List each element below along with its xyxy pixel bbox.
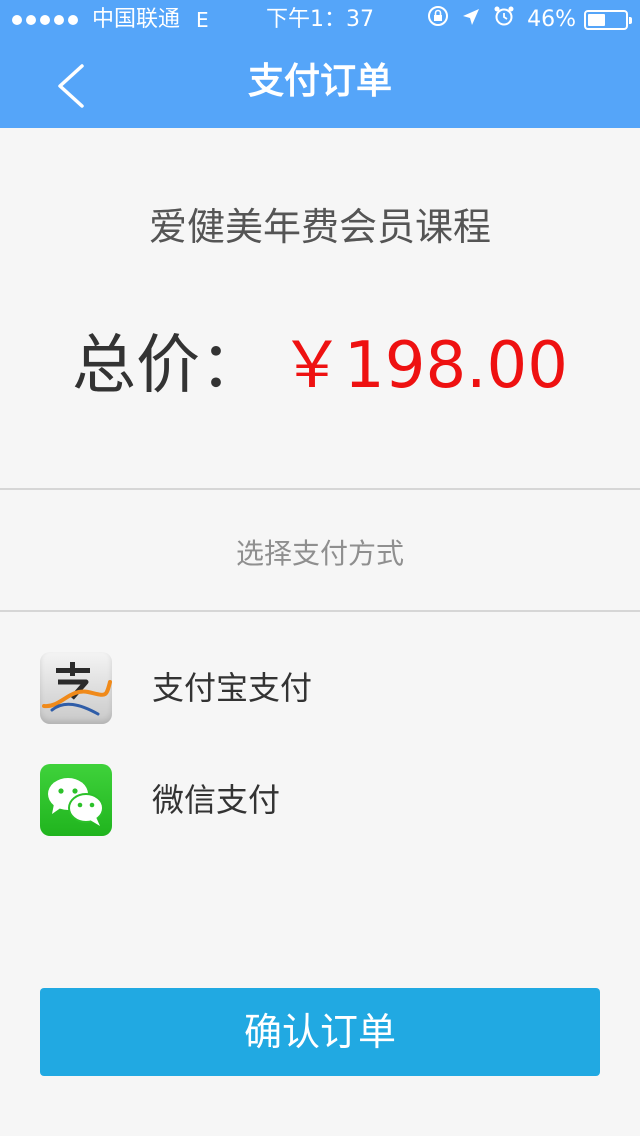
price-value: ￥198.00 <box>280 329 568 403</box>
battery-percentage: 46% <box>527 7 576 32</box>
confirm-order-button[interactable]: 确认订单 <box>40 988 600 1076</box>
alipay-icon <box>40 652 112 724</box>
status-bar: 中国联通 E 下午1：37 46% <box>0 0 640 40</box>
wechat-pay-option[interactable]: 微信支付 <box>40 764 600 836</box>
app-header: 中国联通 E 下午1：37 46% 支付订单 <box>0 0 640 128</box>
alipay-label: 支付宝支付 <box>152 669 313 707</box>
battery-level-fill <box>588 14 605 26</box>
navigation-bar: 支付订单 <box>0 40 640 128</box>
battery-icon <box>584 10 632 30</box>
divider <box>0 610 640 612</box>
product-title: 爱健美年费会员课程 <box>148 205 491 249</box>
alarm-icon <box>493 0 515 40</box>
payment-method-label: 选择支付方式 <box>235 537 404 570</box>
status-right: 46% <box>427 0 632 40</box>
orientation-lock-icon <box>427 0 449 40</box>
price-row: 总价： ￥198.00 <box>0 326 640 406</box>
price-label: 总价： <box>72 329 265 403</box>
divider <box>0 488 640 490</box>
wechat-icon <box>40 764 112 836</box>
location-arrow-icon <box>461 0 481 40</box>
alipay-option[interactable]: 支付宝支付 <box>40 652 600 724</box>
page-title: 支付订单 <box>247 61 392 102</box>
wechat-pay-label: 微信支付 <box>152 781 281 819</box>
